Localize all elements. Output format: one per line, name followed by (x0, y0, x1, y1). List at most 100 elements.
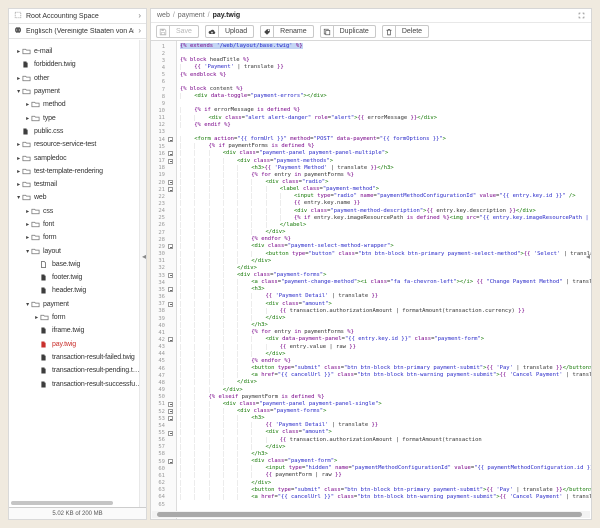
code-line[interactable]: {{ 'Payment Detail' | translate }} (180, 293, 591, 300)
code-line[interactable]: </h3> (180, 322, 591, 329)
space-selector[interactable]: Root Accounting Space › (9, 9, 146, 24)
tree-item-method[interactable]: ▸method (9, 98, 139, 111)
code-line[interactable]: <div class="payment-panel payment-panel-… (180, 401, 591, 408)
code-editor[interactable]: 1234567891011121314151617181920212223242… (151, 41, 591, 519)
tree-item-transaction-result-pending-t[interactable]: transaction-result-pending.t… (9, 364, 139, 377)
code-line[interactable]: <input type="hidden" name="paymentMethod… (180, 465, 591, 472)
code-line[interactable]: <form action="{{ formUrl }}" method="POS… (180, 136, 591, 143)
code-line[interactable]: </div> (180, 265, 591, 272)
code-line[interactable]: {{ 'Payment Detail' | translate }} (180, 422, 591, 429)
code-line[interactable]: <h3> (180, 415, 591, 422)
code-line[interactable]: {% for entry in paymentForms %} (180, 329, 591, 336)
breadcrumb-pay-twig[interactable]: pay.twig (213, 12, 240, 19)
code-line[interactable]: <button type="submit" class="btn btn-blo… (180, 487, 591, 494)
tree-item-testmail[interactable]: ▸testmail (9, 178, 139, 191)
code-line[interactable]: <a class="payment-change-method"><i clas… (180, 279, 591, 286)
tree-item-transaction-result-failed-twig[interactable]: transaction-result-failed.twig (9, 351, 139, 364)
fold-marker-icon[interactable] (168, 244, 173, 249)
editor-code-area[interactable]: {% extends '/web/layout/base.twig' %} {% … (177, 41, 591, 519)
fold-marker-icon[interactable] (168, 431, 173, 436)
code-line[interactable]: </div> (180, 379, 591, 386)
code-line[interactable]: </div> (180, 351, 591, 358)
fold-marker-icon[interactable] (168, 273, 173, 278)
code-line[interactable]: {% endblock %} (180, 72, 591, 79)
code-line[interactable]: <div class="payment-panel payment-panel-… (180, 150, 591, 157)
code-line[interactable]: </div> (180, 315, 591, 322)
tree-item-forbidden-twig[interactable]: forbidden.twig (9, 58, 139, 71)
code-line[interactable]: <div class="payment-forms"> (180, 272, 591, 279)
tree-item-css[interactable]: ▸css (9, 205, 139, 218)
code-line[interactable]: {% endfor %} (180, 358, 591, 365)
code-line[interactable]: <div class="alert alert-danger" role="al… (180, 115, 591, 122)
code-line[interactable]: <div data-payment-panel="{{ entry.key.id… (180, 336, 591, 343)
code-line[interactable]: <div class="amount"> (180, 429, 591, 436)
fold-marker-icon[interactable] (168, 159, 173, 164)
code-line[interactable]: <div class="payment-forms"> (180, 408, 591, 415)
code-line[interactable]: </div> (180, 258, 591, 265)
fold-marker-icon[interactable] (168, 137, 173, 142)
code-line[interactable]: {% endif %} (180, 122, 591, 129)
fold-marker-icon[interactable] (168, 409, 173, 414)
tree-item-form[interactable]: ▸form (9, 311, 139, 324)
code-line[interactable]: {% if paymentForms is defined %} (180, 143, 591, 150)
tree-item-header-twig[interactable]: header.twig (9, 284, 139, 297)
tree-item-type[interactable]: ▸type (9, 111, 139, 124)
code-line[interactable]: {% elseif paymentForm is defined %} (180, 394, 591, 401)
delete-button[interactable]: Delete (382, 25, 429, 38)
tree-item-form[interactable]: ▸form (9, 231, 139, 244)
code-line[interactable]: {{ entry.key.name }} (180, 200, 591, 207)
code-line[interactable] (180, 129, 591, 136)
code-line[interactable]: {{ transaction.authorizationAmount | for… (180, 308, 591, 315)
fold-marker-icon[interactable] (168, 337, 173, 342)
code-line[interactable]: <div data-toggle="payment-errors"></div> (180, 93, 591, 100)
tree-item-iframe-twig[interactable]: iframe.twig (9, 324, 139, 337)
duplicate-button[interactable]: Duplicate (320, 25, 376, 38)
tree-item-transaction-result-successfu[interactable]: transaction-result-successfu… (9, 377, 139, 390)
code-line[interactable]: <label class="payment-method"> (180, 186, 591, 193)
code-line[interactable]: {% block headTitle %} (180, 57, 591, 64)
fold-marker-icon[interactable] (168, 302, 173, 307)
code-line[interactable] (180, 50, 591, 57)
breadcrumb-web[interactable]: web (157, 12, 170, 19)
upload-button[interactable]: Upload (205, 25, 254, 38)
code-line[interactable]: {{ 'Payment' | translate }} (180, 64, 591, 71)
tree-item-payment[interactable]: ▾payment (9, 85, 139, 98)
code-line[interactable]: </div> (180, 444, 591, 451)
tree-item-public-css[interactable]: public.css (9, 125, 139, 138)
fold-marker-icon[interactable] (168, 287, 173, 292)
code-line[interactable]: <input type="radio" name="paymentMethodC… (180, 193, 591, 200)
code-line[interactable]: </div> (180, 229, 591, 236)
code-line[interactable]: </div> (180, 480, 591, 487)
fold-marker-icon[interactable] (168, 151, 173, 156)
code-line[interactable] (180, 79, 591, 86)
code-line[interactable]: <div class="payment-method-description">… (180, 208, 591, 215)
fold-marker-icon[interactable] (168, 416, 173, 421)
expand-icon[interactable] (578, 12, 585, 19)
code-line[interactable]: </div> (180, 387, 591, 394)
code-line[interactable]: {% if errorMessage is defined %} (180, 107, 591, 114)
code-line[interactable]: {% extends '/web/layout/base.twig' %} (180, 43, 591, 50)
editor-horizontal-scrollbar-thumb[interactable] (157, 512, 582, 517)
code-line[interactable]: <a href="{{ cancelUrl }}" class="btn btn… (180, 494, 591, 501)
tree-item-base-twig[interactable]: base.twig (9, 258, 139, 271)
tree-item-test-template-rendering[interactable]: ▸test-template-rendering (9, 165, 139, 178)
tree-item-footer-twig[interactable]: footer.twig (9, 271, 139, 284)
tree-item-font[interactable]: ▸font (9, 218, 139, 231)
tree-item-layout[interactable]: ▾layout (9, 244, 139, 257)
rename-button[interactable]: Rename (260, 25, 313, 38)
panel-collapse-icon[interactable]: ◂ (586, 253, 590, 261)
code-line[interactable] (180, 501, 591, 508)
code-line[interactable]: {{ entry.value | raw }} (180, 344, 591, 351)
tree-item-resource-service-test[interactable]: ▸resource-service-test (9, 138, 139, 151)
code-line[interactable]: <div class="radio"> (180, 179, 591, 186)
code-line[interactable]: <button type="submit" class="btn btn-blo… (180, 365, 591, 372)
code-line[interactable]: <div class="payment-select-method-wrappe… (180, 243, 591, 250)
code-line[interactable] (180, 100, 591, 107)
tree-item-other[interactable]: ▸other (9, 72, 139, 85)
code-line[interactable]: {{ paymentForm | raw }} (180, 472, 591, 479)
tree-item-web[interactable]: ▾web (9, 191, 139, 204)
code-line[interactable]: <a href="{{ cancelUrl }}" class="btn btn… (180, 372, 591, 379)
fold-marker-icon[interactable] (168, 459, 173, 464)
fold-marker-icon[interactable] (168, 402, 173, 407)
code-line[interactable]: {{ transaction.authorizationAmount | for… (180, 437, 591, 444)
